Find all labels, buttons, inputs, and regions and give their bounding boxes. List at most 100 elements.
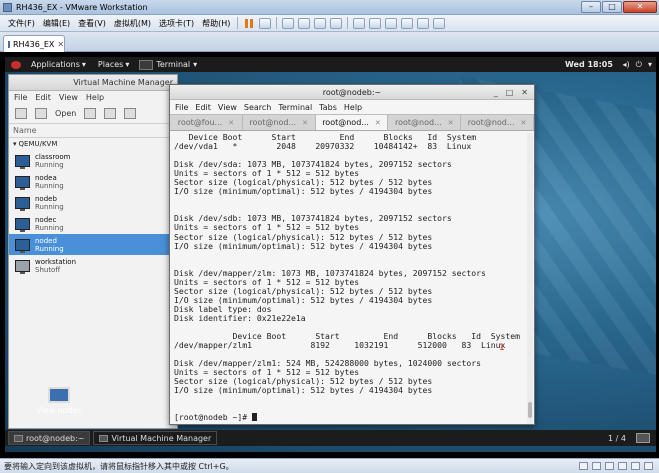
virt-manager-toolbar: Open bbox=[9, 104, 177, 124]
full-screen-icon[interactable] bbox=[385, 17, 398, 29]
host-menu-tabs[interactable]: 选项卡(T) bbox=[155, 18, 198, 29]
terminal-tab[interactable]: root@nod... ✕ bbox=[243, 115, 316, 130]
vm-row-noded[interactable]: noded Running bbox=[9, 234, 177, 255]
vm-row-nodea[interactable]: nodea Running bbox=[9, 171, 177, 192]
terminal-tab[interactable]: root@nod... ✕ bbox=[461, 115, 534, 130]
sound-icon[interactable] bbox=[631, 462, 640, 470]
active-app-menu[interactable]: Terminal ▾ bbox=[135, 59, 201, 70]
vm-state: Running bbox=[35, 223, 64, 232]
pause-icon[interactable] bbox=[243, 18, 255, 29]
cd-drive-icon[interactable] bbox=[592, 462, 601, 470]
usb-icon[interactable] bbox=[618, 462, 627, 470]
clock[interactable]: Wed 18:05 bbox=[565, 60, 613, 69]
stretch-guest-icon[interactable] bbox=[433, 17, 446, 29]
library-icon[interactable] bbox=[353, 17, 366, 29]
hard-disk-icon[interactable] bbox=[579, 462, 588, 470]
virt-manager-menu: File Edit View Help bbox=[9, 91, 177, 104]
tab-close-icon[interactable]: ✕ bbox=[302, 119, 308, 127]
tab-close-icon[interactable]: ✕ bbox=[228, 119, 234, 127]
scrollbar-thumb[interactable] bbox=[528, 402, 532, 418]
terminal-output[interactable]: Device Boot Start End Blocks Id System/d… bbox=[174, 133, 524, 424]
vmm-menu-edit[interactable]: Edit bbox=[35, 93, 51, 102]
places-menu[interactable]: Places ▾ bbox=[92, 60, 135, 69]
snapshot-icon[interactable] bbox=[298, 17, 311, 29]
open-console-icon[interactable] bbox=[35, 108, 47, 119]
maximize-icon[interactable]: □ bbox=[506, 85, 514, 100]
host-title-bar: RH436_EX - VMware Workstation – □ ✕ bbox=[0, 0, 659, 15]
vmm-menu-view[interactable]: View bbox=[59, 93, 78, 102]
desktop-icon-view-nodec[interactable]: View nodec bbox=[35, 387, 83, 415]
terminal-tab-active[interactable]: root@nod... ✕ bbox=[315, 115, 389, 130]
text-cursor bbox=[251, 413, 257, 422]
term-menu-tabs[interactable]: Tabs bbox=[319, 103, 337, 112]
tab-rh436-ex[interactable]: RH436_EX ✕ bbox=[3, 35, 65, 52]
vmm-menu-file[interactable]: File bbox=[14, 93, 27, 102]
vm-row-nodeb[interactable]: nodeb Running bbox=[9, 192, 177, 213]
display-icon[interactable] bbox=[644, 462, 653, 470]
vm-row-workstation[interactable]: workstation Shutoff bbox=[9, 255, 177, 276]
toolbar-divider bbox=[276, 17, 278, 29]
terminal-tab-label: root@nod... bbox=[467, 118, 515, 127]
revert-snapshot-icon[interactable] bbox=[314, 17, 327, 29]
tab-close-icon[interactable]: ✕ bbox=[448, 119, 454, 127]
tab-close-icon[interactable]: ✕ bbox=[375, 119, 381, 127]
host-minimize-button[interactable]: – bbox=[581, 1, 601, 13]
snapshot-manager-icon[interactable] bbox=[330, 17, 343, 29]
terminal-tab[interactable]: root@fou... ✕ bbox=[170, 115, 243, 130]
term-menu-search[interactable]: Search bbox=[244, 103, 271, 112]
guest-desktop[interactable]: Applications ▾ Places ▾ Terminal ▾ Wed 1… bbox=[5, 57, 656, 452]
terminal-scrollbar[interactable] bbox=[527, 133, 533, 424]
connection-row[interactable]: ▾ QEMU/KVM bbox=[9, 138, 177, 150]
run-icon[interactable] bbox=[84, 108, 97, 119]
vm-list-header[interactable]: Name bbox=[9, 124, 177, 138]
minimize-icon[interactable]: _ bbox=[494, 85, 498, 100]
vm-name: workstation bbox=[35, 257, 77, 266]
taskbar-item-terminal[interactable]: root@nodeb:~ bbox=[8, 431, 91, 445]
network-adapter-icon[interactable] bbox=[605, 462, 614, 470]
terminal-tab[interactable]: root@nod... ✕ bbox=[388, 115, 462, 130]
open-button[interactable]: Open bbox=[55, 109, 76, 118]
vm-row-classroom[interactable]: classroom Running bbox=[9, 150, 177, 171]
send-ctrl-alt-del-icon[interactable] bbox=[282, 17, 295, 29]
host-menu-help[interactable]: 帮助(H) bbox=[198, 18, 234, 29]
vmm-menu-help[interactable]: Help bbox=[86, 93, 104, 102]
power-dropdown-icon[interactable] bbox=[259, 17, 272, 29]
host-menu-file[interactable]: 文件(F) bbox=[4, 18, 39, 29]
terminal-title: root@nodeb:~ bbox=[322, 88, 382, 97]
vm-row-nodec[interactable]: nodec Running bbox=[9, 213, 177, 234]
term-menu-terminal[interactable]: Terminal bbox=[278, 103, 312, 112]
workspace-switcher-icon[interactable] bbox=[636, 433, 650, 443]
applications-menu[interactable]: Applications ▾ bbox=[25, 60, 92, 69]
vm-state: Running bbox=[35, 244, 64, 253]
terminal-tab-label: root@nod... bbox=[322, 118, 369, 127]
vm-state: Running bbox=[35, 181, 64, 190]
term-menu-view[interactable]: View bbox=[218, 103, 237, 112]
terminal-window[interactable]: root@nodeb:~ _ □ ✕ File Edit View Search… bbox=[169, 84, 535, 425]
taskbar-item-virt-manager[interactable]: Virtual Machine Manager bbox=[93, 431, 218, 445]
chevron-down-icon: ▾ bbox=[81, 60, 86, 69]
vm-state: Shutoff bbox=[35, 265, 61, 274]
host-close-button[interactable]: ✕ bbox=[623, 1, 657, 13]
host-menu-vm[interactable]: 虚拟机(M) bbox=[110, 18, 155, 29]
shutdown-icon[interactable] bbox=[124, 108, 137, 119]
new-vm-icon[interactable] bbox=[15, 108, 27, 119]
tab-close-icon[interactable]: ✕ bbox=[57, 40, 64, 49]
terminal-line: I/O size (minimum/optimal): 512 bytes / … bbox=[174, 186, 433, 197]
term-menu-help[interactable]: Help bbox=[344, 103, 362, 112]
term-menu-edit[interactable]: Edit bbox=[195, 103, 211, 112]
console-view-icon[interactable] bbox=[417, 17, 430, 29]
host-maximize-button[interactable]: □ bbox=[602, 1, 622, 13]
system-tray[interactable]: ◂) ⏻ ▾ bbox=[623, 60, 652, 70]
host-menu-edit[interactable]: 编辑(E) bbox=[39, 18, 74, 29]
host-menu-view[interactable]: 查看(V) bbox=[74, 18, 110, 29]
pause-vm-icon[interactable] bbox=[104, 108, 117, 119]
terminal-menu-bar: File Edit View Search Terminal Tabs Help bbox=[170, 100, 534, 114]
unity-icon[interactable] bbox=[401, 17, 414, 29]
thumbnail-icon[interactable] bbox=[369, 17, 382, 29]
term-menu-file[interactable]: File bbox=[175, 103, 188, 112]
close-icon[interactable]: ✕ bbox=[521, 85, 528, 100]
tab-close-icon[interactable]: ✕ bbox=[521, 119, 527, 127]
workspace-pager[interactable]: 1 / 4 bbox=[608, 434, 626, 443]
